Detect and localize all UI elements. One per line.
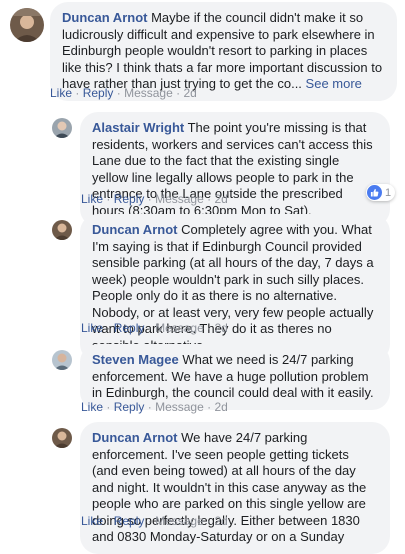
comment-timestamp[interactable]: 2d <box>214 321 227 335</box>
comment-bubble: Alastair Wright The point you're missing… <box>80 112 390 227</box>
comment-timestamp[interactable]: 2d <box>214 192 227 206</box>
comment-bubble: Duncan Arnot We have 24/7 parking enforc… <box>80 422 390 554</box>
avatar[interactable] <box>10 8 44 42</box>
comment-author[interactable]: Duncan Arnot <box>62 10 147 25</box>
reaction-count: 1 <box>385 186 392 199</box>
see-more-link[interactable]: See more <box>306 76 362 91</box>
like-button[interactable]: Like <box>81 192 103 206</box>
comment-actions: Like · Reply · Message · 2d <box>81 514 228 528</box>
avatar[interactable] <box>52 428 72 448</box>
comment-author[interactable]: Duncan Arnot <box>92 430 177 445</box>
message-button[interactable]: Message <box>155 321 204 335</box>
comment-actions: Like · Reply · Message · 2d <box>81 321 228 335</box>
comment-author[interactable]: Alastair Wright <box>92 120 184 135</box>
reply-button[interactable]: Reply <box>114 400 145 414</box>
avatar[interactable] <box>52 118 72 138</box>
comment-timestamp[interactable]: 2d <box>214 514 227 528</box>
comment-author[interactable]: Duncan Arnot <box>92 222 177 237</box>
like-button[interactable]: Like <box>81 321 103 335</box>
like-button[interactable]: Like <box>81 400 103 414</box>
comment-actions: Like · Reply · Message · 2d <box>81 192 228 206</box>
comment-timestamp[interactable]: 2d <box>214 400 227 414</box>
reply-button[interactable]: Reply <box>83 86 114 100</box>
comment-bubble: Duncan Arnot Completely agree with you. … <box>80 214 390 362</box>
avatar[interactable] <box>52 220 72 240</box>
comment-timestamp[interactable]: 2d <box>183 86 196 100</box>
message-button[interactable]: Message <box>155 514 204 528</box>
reaction-badge[interactable]: 1 <box>366 184 396 201</box>
reply-button[interactable]: Reply <box>114 514 145 528</box>
comment-actions: Like · Reply · Message · 2d <box>81 400 228 414</box>
reply-button[interactable]: Reply <box>114 192 145 206</box>
like-button[interactable]: Like <box>50 86 72 100</box>
avatar[interactable] <box>52 350 72 370</box>
message-button[interactable]: Message <box>124 86 173 100</box>
like-button[interactable]: Like <box>81 514 103 528</box>
like-reaction-icon <box>367 185 382 200</box>
comment-actions: Like · Reply · Message · 2d <box>50 86 197 100</box>
reply-button[interactable]: Reply <box>114 321 145 335</box>
comment-author[interactable]: Steven Magee <box>92 352 179 367</box>
message-button[interactable]: Message <box>155 400 204 414</box>
message-button[interactable]: Message <box>155 192 204 206</box>
